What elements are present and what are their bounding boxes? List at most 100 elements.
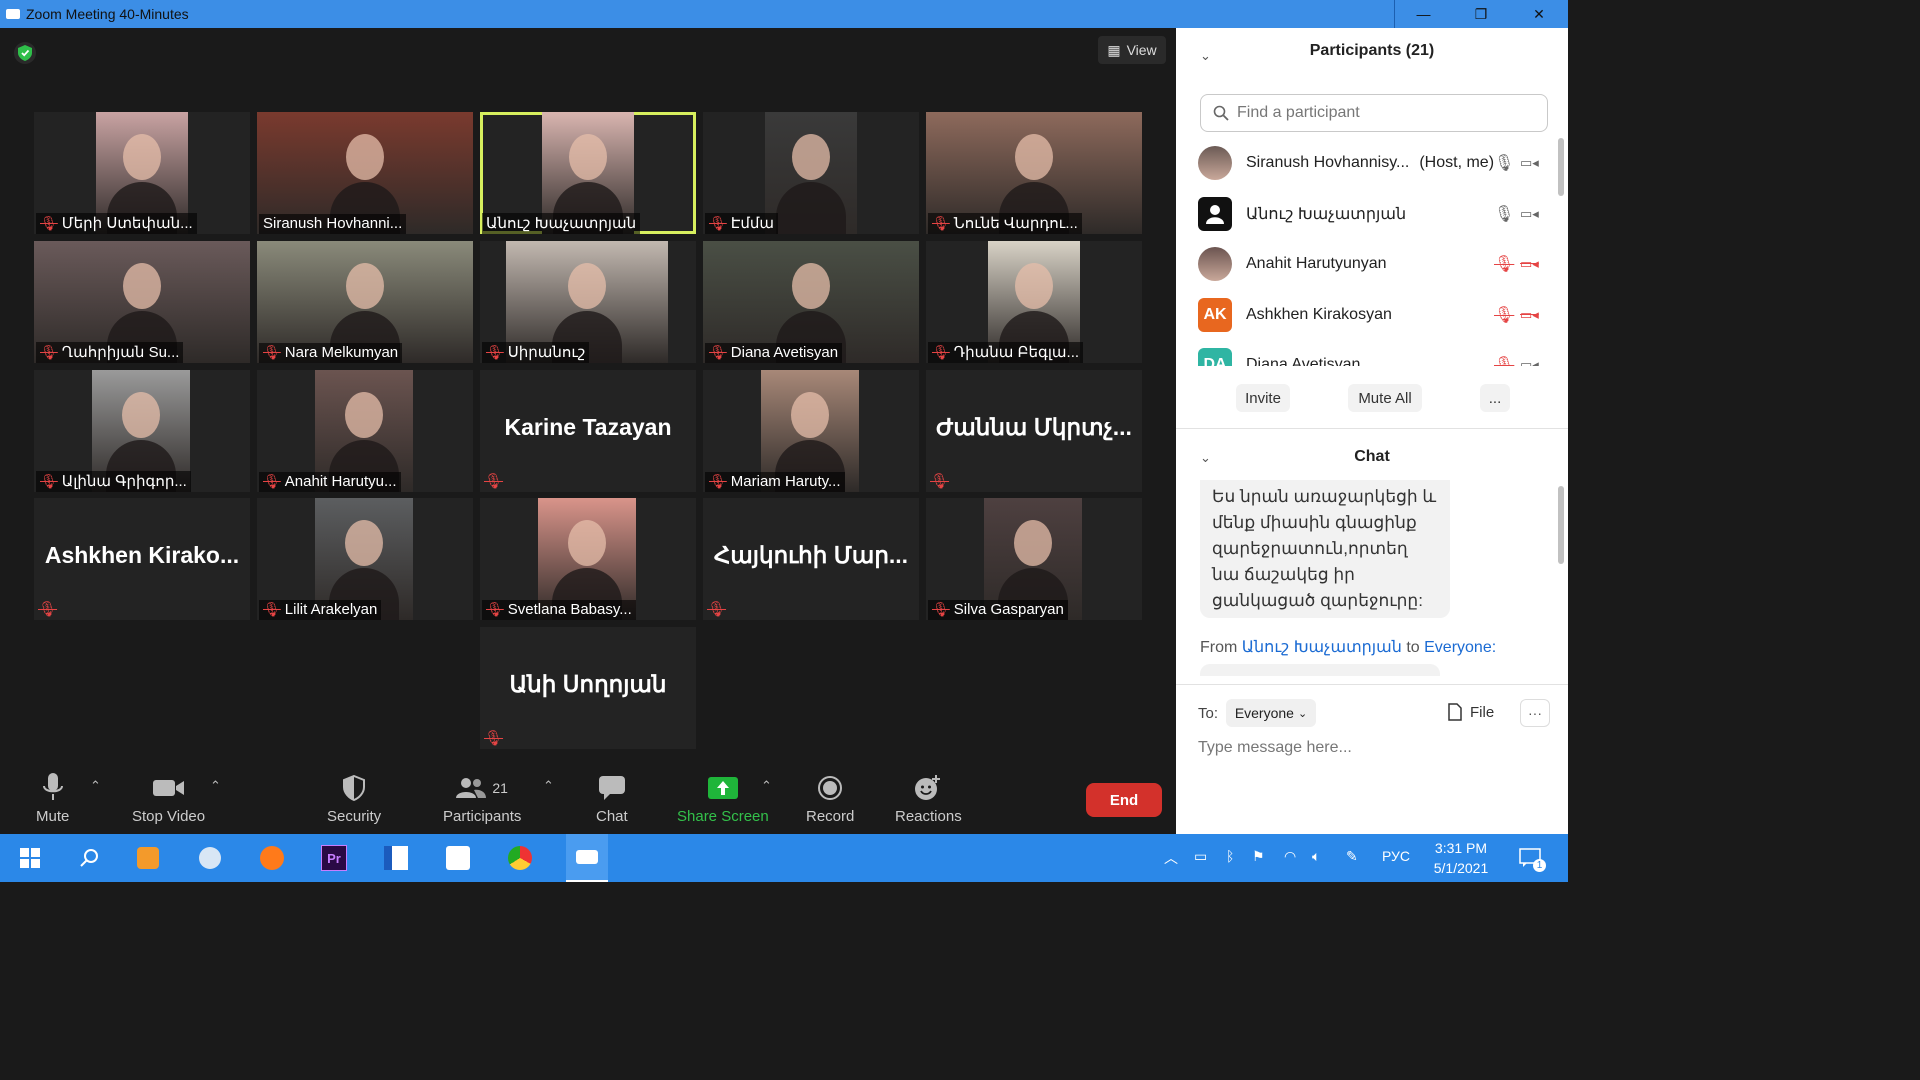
- participant-row[interactable]: Անուշ Խաչատրյան 🎙︎ ▭◂: [1176, 189, 1556, 239]
- flag-icon[interactable]: ⚑: [1252, 848, 1265, 865]
- participants-more-button[interactable]: ...: [1480, 384, 1510, 412]
- chat-message-input[interactable]: [1198, 736, 1538, 760]
- wifi-icon[interactable]: ◠: [1284, 848, 1296, 865]
- video-tile[interactable]: 🎙︎ Diana Avetisyan: [703, 241, 919, 363]
- view-label: View: [1126, 42, 1157, 58]
- microphone-icon[interactable]: 🎙︎: [1494, 204, 1514, 224]
- participant-name: Անուշ Խաչատրյան: [1246, 205, 1407, 223]
- video-options-caret-icon[interactable]: ⌃: [210, 778, 221, 794]
- language-indicator[interactable]: РУС: [1382, 848, 1410, 864]
- minimize-button[interactable]: —: [1394, 0, 1452, 28]
- volume-icon[interactable]: 🔈︎: [1312, 848, 1320, 865]
- microphone-icon: [42, 770, 63, 806]
- pen-icon[interactable]: ✎: [1346, 848, 1358, 865]
- participant-name: Diana Avetisyan: [730, 344, 839, 361]
- bluetooth-icon[interactable]: ᛒ: [1226, 848, 1234, 864]
- search-input[interactable]: [1237, 104, 1517, 122]
- participant-silhouette: [569, 134, 607, 180]
- video-tile[interactable]: 🎙︎ Mariam Haruty...: [703, 370, 919, 492]
- zoom-taskbar-icon[interactable]: [566, 834, 608, 882]
- video-tile[interactable]: 🎙︎ Էմմա: [703, 112, 919, 234]
- video-camera-icon[interactable]: ▭◂: [1520, 357, 1539, 366]
- host-tag: (Host, me): [1419, 154, 1495, 171]
- battery-icon[interactable]: ▭: [1194, 848, 1207, 865]
- stop-video-button[interactable]: Stop Video: [132, 770, 205, 825]
- find-participant-search[interactable]: [1200, 94, 1548, 132]
- video-camera-icon[interactable]: ▭◂: [1520, 155, 1539, 171]
- participant-name-label: 🎙︎ Lilit Arakelyan: [259, 600, 382, 620]
- security-button[interactable]: Security: [327, 770, 381, 825]
- taskbar-clock[interactable]: 3:31 PM 5/1/2021: [1426, 838, 1496, 878]
- invite-button[interactable]: Invite: [1236, 384, 1290, 412]
- participants-button[interactable]: 21 Participants: [443, 770, 521, 825]
- video-tile[interactable]: 🎙︎ Դիանա Բեգլա...: [926, 241, 1142, 363]
- video-off-icon[interactable]: ▭◂: [1520, 307, 1539, 323]
- participant-row[interactable]: DA Diana Avetisyan 🎙︎ ▭◂: [1176, 340, 1556, 366]
- search-icon[interactable]: [76, 844, 104, 872]
- participants-options-caret-icon[interactable]: ⌃: [543, 778, 554, 794]
- mic-muted-icon[interactable]: 🎙︎: [1494, 355, 1514, 366]
- chrome-icon[interactable]: [506, 844, 534, 872]
- windows-start-icon[interactable]: [16, 844, 44, 872]
- premiere-icon[interactable]: Pr: [320, 844, 348, 872]
- participant-name-display: Անի Սողոյան: [509, 671, 667, 697]
- participants-scrollbar[interactable]: [1558, 138, 1564, 196]
- paint-icon[interactable]: [196, 844, 224, 872]
- video-tile[interactable]: 🎙︎ Մերի Ստեփան...: [34, 112, 250, 234]
- word-icon[interactable]: [382, 844, 410, 872]
- video-tile[interactable]: Ashkhen Kirako... 🎙︎: [34, 498, 250, 620]
- reactions-button[interactable]: Reactions: [895, 770, 962, 825]
- chat-sender-link[interactable]: Անուշ Խաչատրյան: [1242, 639, 1402, 656]
- chat-scrollbar[interactable]: [1558, 486, 1564, 564]
- share-options-caret-icon[interactable]: ⌃: [761, 778, 772, 794]
- mic-muted-icon[interactable]: 🎙︎: [1494, 254, 1514, 274]
- video-tile[interactable]: Հայկուհի Մար... 🎙︎: [703, 498, 919, 620]
- view-button[interactable]: ▦ View: [1098, 36, 1166, 64]
- video-tile[interactable]: 🎙︎ Ղահրիյան Su...: [34, 241, 250, 363]
- chat-recipient-link[interactable]: Everyone:: [1424, 639, 1496, 656]
- video-tile[interactable]: Ժաննա Մկրտչ... 🎙︎: [926, 370, 1142, 492]
- video-tile[interactable]: 🎙︎ Silva Gasparyan: [926, 498, 1142, 620]
- video-tile[interactable]: 🎙︎ Nara Melkumyan: [257, 241, 473, 363]
- video-tile[interactable]: Siranush Hovhanni...: [257, 112, 473, 234]
- video-tile[interactable]: 🎙︎ Lilit Arakelyan: [257, 498, 473, 620]
- video-camera-icon[interactable]: ▭◂: [1520, 206, 1539, 222]
- tray-expand-icon[interactable]: ︿: [1164, 848, 1178, 868]
- chat-more-button[interactable]: ···: [1520, 699, 1550, 727]
- video-off-icon[interactable]: ▭◂: [1520, 256, 1539, 272]
- video-tile[interactable]: Անուշ Խաչատրյան: [480, 112, 696, 234]
- video-tile[interactable]: Karine Tazayan 🎙︎: [480, 370, 696, 492]
- video-tile[interactable]: 🎙︎ Սիրանուշ: [480, 241, 696, 363]
- media-player-icon[interactable]: [134, 844, 162, 872]
- close-button[interactable]: ✕: [1510, 0, 1568, 28]
- video-tile[interactable]: 🎙︎ Anahit Harutyu...: [257, 370, 473, 492]
- video-tile[interactable]: 🎙︎ Նունե Վարդու...: [926, 112, 1142, 234]
- dropbox-icon[interactable]: [444, 844, 472, 872]
- video-tile[interactable]: 🎙︎ Ալինա Գրիգոր...: [34, 370, 250, 492]
- share-screen-icon: [707, 770, 738, 806]
- mute-all-button[interactable]: Mute All: [1348, 384, 1422, 412]
- notifications-icon[interactable]: 1: [1516, 844, 1546, 872]
- audio-options-caret-icon[interactable]: ⌃: [90, 778, 101, 794]
- participant-row[interactable]: Anahit Harutyunyan 🎙︎ ▭◂: [1176, 239, 1556, 289]
- participant-row[interactable]: Siranush Hovhannisy... (Host, me) 🎙︎ ▭◂: [1176, 138, 1556, 188]
- microphone-icon[interactable]: 🎙︎: [1494, 153, 1514, 173]
- firefox-icon[interactable]: [258, 844, 286, 872]
- participant-name: Դիանա Բեգլա...: [953, 344, 1080, 361]
- participant-row[interactable]: AK Ashkhen Kirakosyan 🎙︎ ▭◂: [1176, 290, 1556, 340]
- video-tile[interactable]: Անի Սողոյան 🎙︎: [480, 627, 696, 749]
- mic-muted-icon: 🎙︎: [486, 601, 504, 617]
- encryption-shield-icon[interactable]: [14, 42, 36, 64]
- mute-button[interactable]: Mute: [36, 770, 69, 825]
- video-tile[interactable]: 🎙︎ Svetlana Babasy...: [480, 498, 696, 620]
- chat-button[interactable]: Chat: [596, 770, 628, 825]
- recipient-dropdown[interactable]: Everyone ⌄: [1226, 699, 1316, 727]
- mic-muted-icon[interactable]: 🎙︎: [1494, 305, 1514, 325]
- participant-name-label: 🎙︎ Mariam Haruty...: [705, 472, 845, 492]
- end-meeting-button[interactable]: End: [1086, 783, 1162, 817]
- share-screen-button[interactable]: Share Screen: [677, 770, 769, 825]
- restore-button[interactable]: ❐: [1452, 0, 1510, 28]
- zoom-logo-icon: [6, 9, 20, 19]
- file-button[interactable]: File: [1448, 703, 1494, 721]
- record-button[interactable]: Record: [806, 770, 854, 825]
